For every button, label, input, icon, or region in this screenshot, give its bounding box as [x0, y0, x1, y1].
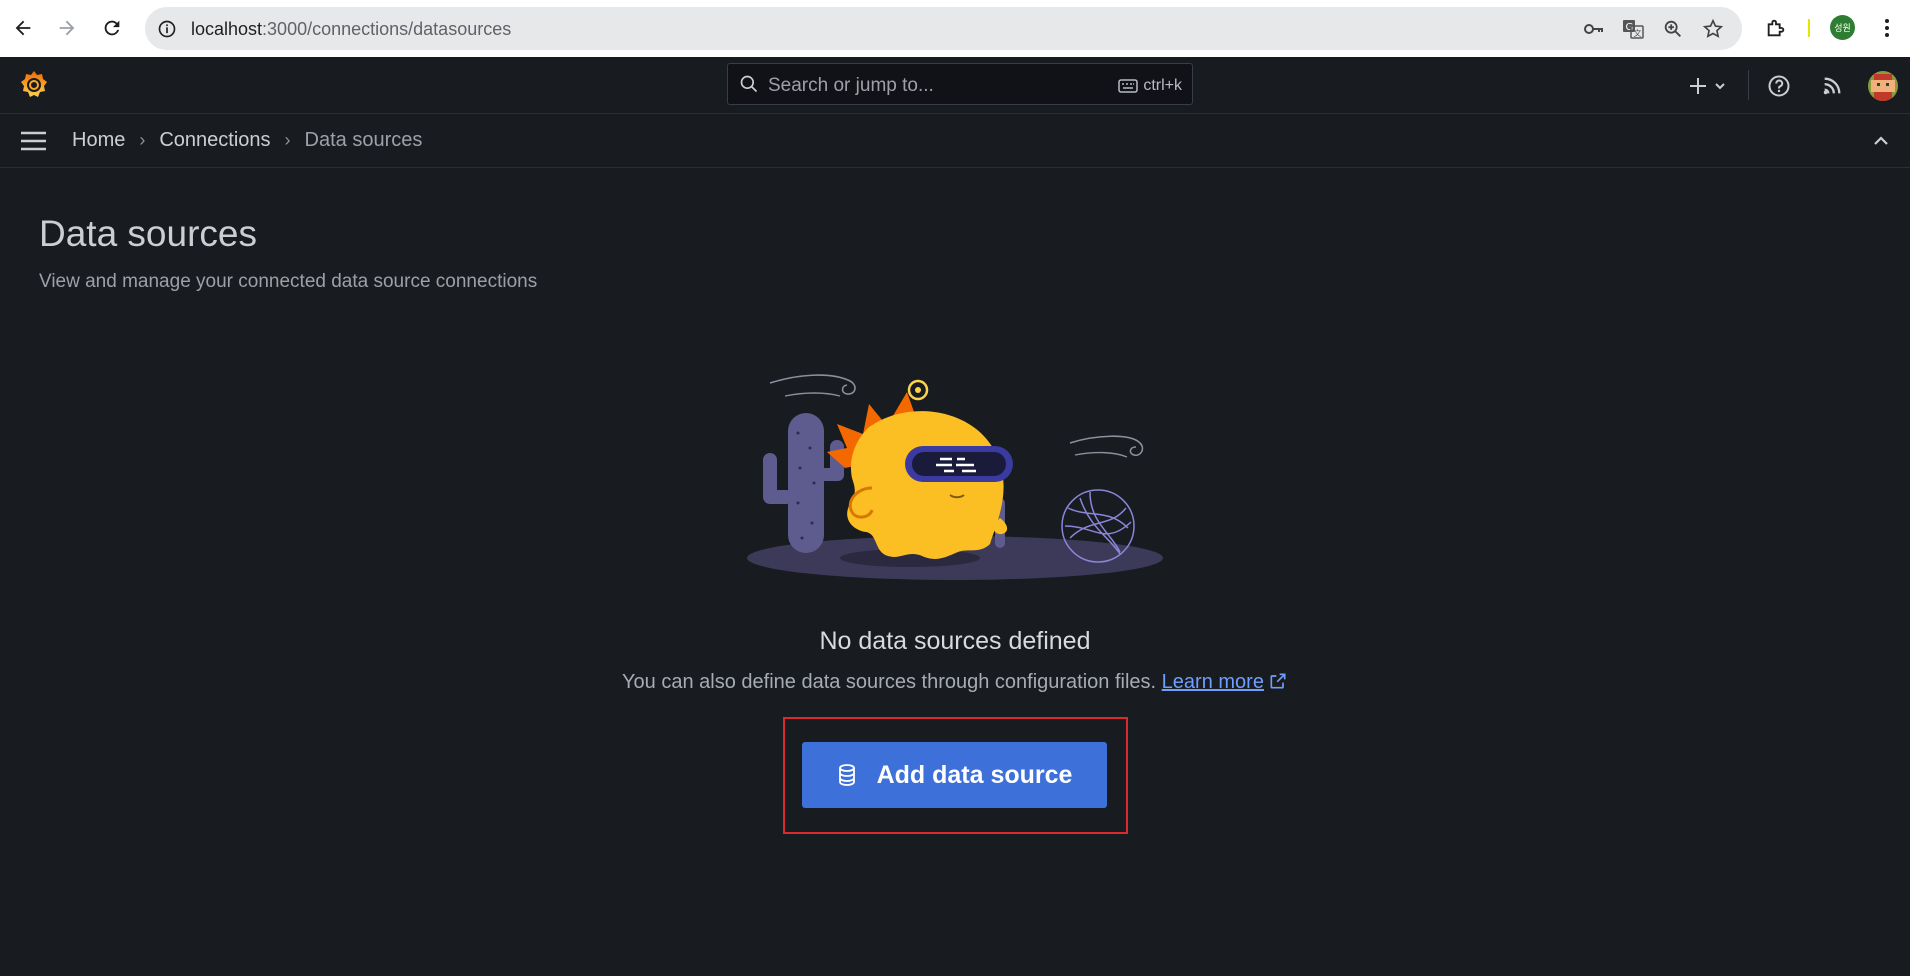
breadcrumb-home[interactable]: Home — [72, 129, 125, 152]
site-info-icon[interactable] — [153, 15, 181, 43]
topbar-divider — [1748, 70, 1749, 100]
search-bar[interactable]: Search or jump to... ctrl+k — [727, 63, 1193, 105]
browser-chrome: localhost:3000/connections/datasources G… — [0, 0, 1910, 57]
collapse-chevron-up-icon[interactable] — [1871, 131, 1891, 156]
zoom-icon[interactable] — [1659, 15, 1687, 43]
reload-icon[interactable] — [94, 10, 130, 46]
password-key-icon[interactable] — [1579, 15, 1607, 43]
chrome-menu-icon[interactable] — [1871, 12, 1903, 44]
page-title: Data sources — [39, 213, 257, 254]
extensions-icon[interactable] — [1760, 12, 1792, 44]
database-icon — [838, 764, 855, 786]
plus-icon — [1690, 78, 1725, 94]
learn-more-link[interactable]: Learn more — [1162, 671, 1288, 693]
svg-text:G: G — [1626, 22, 1634, 33]
search-icon — [739, 74, 759, 99]
external-link-icon — [1270, 673, 1286, 689]
new-dropdown-button[interactable] — [1686, 71, 1730, 101]
menu-toggle-icon[interactable] — [20, 130, 47, 157]
breadcrumb-bar: Home › Connections › Data sources — [0, 114, 1910, 168]
grafana-logo-icon[interactable] — [18, 69, 50, 101]
url-text[interactable]: localhost:3000/connections/datasources — [191, 19, 511, 40]
help-icon[interactable] — [1764, 71, 1794, 101]
forward-icon[interactable] — [49, 10, 85, 46]
empty-state-description-text: You can also define data sources through… — [622, 671, 1157, 693]
breadcrumb-separator: › — [284, 130, 291, 150]
bookmark-star-icon[interactable] — [1699, 15, 1727, 43]
address-bar[interactable]: localhost:3000/connections/datasources G… — [145, 7, 1742, 50]
back-icon[interactable] — [5, 10, 41, 46]
breadcrumb: Home › Connections › Data sources — [72, 129, 422, 152]
news-feed-icon[interactable] — [1817, 71, 1847, 101]
user-avatar[interactable] — [1868, 71, 1898, 101]
grafana-topbar: Search or jump to... ctrl+k — [0, 57, 1910, 114]
shortcut-text: ctrl+k — [1143, 77, 1182, 94]
profile-avatar[interactable]: 성원 — [1830, 15, 1855, 40]
toolbar-separator — [1808, 19, 1810, 37]
svg-text:文: 文 — [1634, 28, 1642, 38]
breadcrumb-separator: › — [139, 130, 146, 150]
breadcrumb-current: Data sources — [304, 129, 423, 151]
empty-state-title: No data sources defined — [819, 627, 1091, 655]
translate-icon[interactable]: G文 — [1619, 15, 1647, 43]
keyboard-icon — [1118, 79, 1139, 93]
add-data-source-button[interactable]: Add data source — [802, 742, 1107, 808]
shortcut-hint: ctrl+k — [1118, 77, 1182, 95]
search-placeholder: Search or jump to... — [768, 75, 934, 96]
empty-state-illustration — [740, 358, 1170, 588]
empty-state-description: You can also define data sources through… — [0, 671, 1910, 694]
breadcrumb-connections[interactable]: Connections — [159, 129, 270, 152]
add-data-source-label: Add data source — [876, 760, 1073, 789]
page-subtitle: View and manage your connected data sour… — [39, 271, 538, 292]
